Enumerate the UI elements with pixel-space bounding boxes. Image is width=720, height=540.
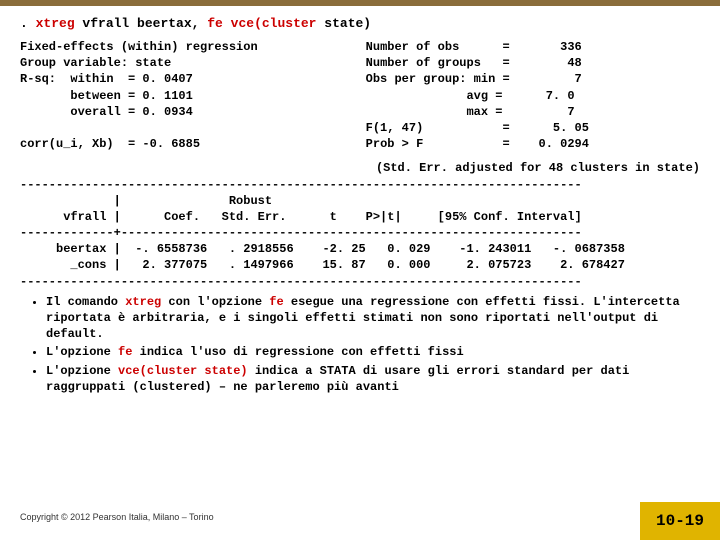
cmd-args1: vfrall beertax, — [75, 16, 208, 31]
l6b: F(1, 47) = — [366, 121, 510, 135]
l7v: 0. 0294 — [539, 137, 589, 151]
table-row-cons: _cons | 2. 377075 . 1497966 15. 87 0. 00… — [20, 257, 700, 273]
table-head2: vfrall | Coef. Std. Err. t P>|t| [95% Co… — [20, 209, 700, 225]
l1b: Number of obs = — [366, 40, 510, 54]
l2b: Number of groups = — [366, 56, 510, 70]
l1a: Fixed-effects (within) regression — [20, 40, 258, 54]
kw-xtreg: xtreg — [125, 295, 161, 309]
l5v: 7 — [567, 105, 574, 119]
table-row-beertax: beertax | -. 6558736 . 2918556 -2. 25 0.… — [20, 241, 700, 257]
l3b: Obs per group: min = — [366, 72, 510, 86]
command-line: . xtreg vfrall beertax, fe vce(cluster s… — [20, 16, 700, 31]
copyright: Copyright © 2012 Pearson Italia, Milano … — [20, 512, 214, 522]
note-2: L'opzione fe indica l'uso di regressione… — [46, 344, 700, 360]
rule-mid: -------------+--------------------------… — [20, 225, 700, 241]
l7a: corr(u_i, Xb) = -0. 6885 — [20, 137, 200, 151]
kw-fe1: fe — [269, 295, 283, 309]
cmd-fe: fe — [207, 16, 223, 31]
cmd-xtreg: xtreg — [36, 16, 75, 31]
l4v: 7. 0 — [546, 89, 575, 103]
regression-header: Fixed-effects (within) regression Number… — [20, 39, 700, 152]
slide: . xtreg vfrall beertax, fe vce(cluster s… — [0, 0, 720, 540]
l2a: Group variable: state — [20, 56, 171, 70]
l6v: 5. 05 — [553, 121, 589, 135]
kw-fe2: fe — [118, 345, 132, 359]
l5b: max = — [466, 105, 502, 119]
note-1: Il comando xtreg con l'opzione fe esegue… — [46, 294, 700, 343]
l1v: 336 — [560, 40, 582, 54]
cmd-vce: vce(cluster — [231, 16, 317, 31]
l2v: 48 — [567, 56, 581, 70]
l4a: between = 0. 1101 — [20, 89, 193, 103]
rule-top: ----------------------------------------… — [20, 177, 700, 193]
l3a: R-sq: within = 0. 0407 — [20, 72, 193, 86]
l7b: Prob > F = — [366, 137, 510, 151]
note-3: L'opzione vce(cluster state) indica a ST… — [46, 363, 700, 395]
l5a: overall = 0. 0934 — [20, 105, 193, 119]
table-head1: | Robust — [20, 193, 700, 209]
slide-content: . xtreg vfrall beertax, fe vce(cluster s… — [0, 6, 720, 395]
cmd-args3: state) — [317, 16, 372, 31]
prompt: . — [20, 16, 36, 31]
l3v: 7 — [575, 72, 582, 86]
stderr-note: (Std. Err. adjusted for 48 clusters in s… — [20, 160, 700, 176]
l4b: avg = — [466, 89, 502, 103]
notes-list: Il comando xtreg con l'opzione fe esegue… — [20, 294, 700, 395]
kw-vce: vce(cluster state) — [118, 364, 248, 378]
rule-bot: ----------------------------------------… — [20, 274, 700, 290]
page-number: 10-19 — [640, 502, 720, 540]
cmd-space — [223, 16, 231, 31]
